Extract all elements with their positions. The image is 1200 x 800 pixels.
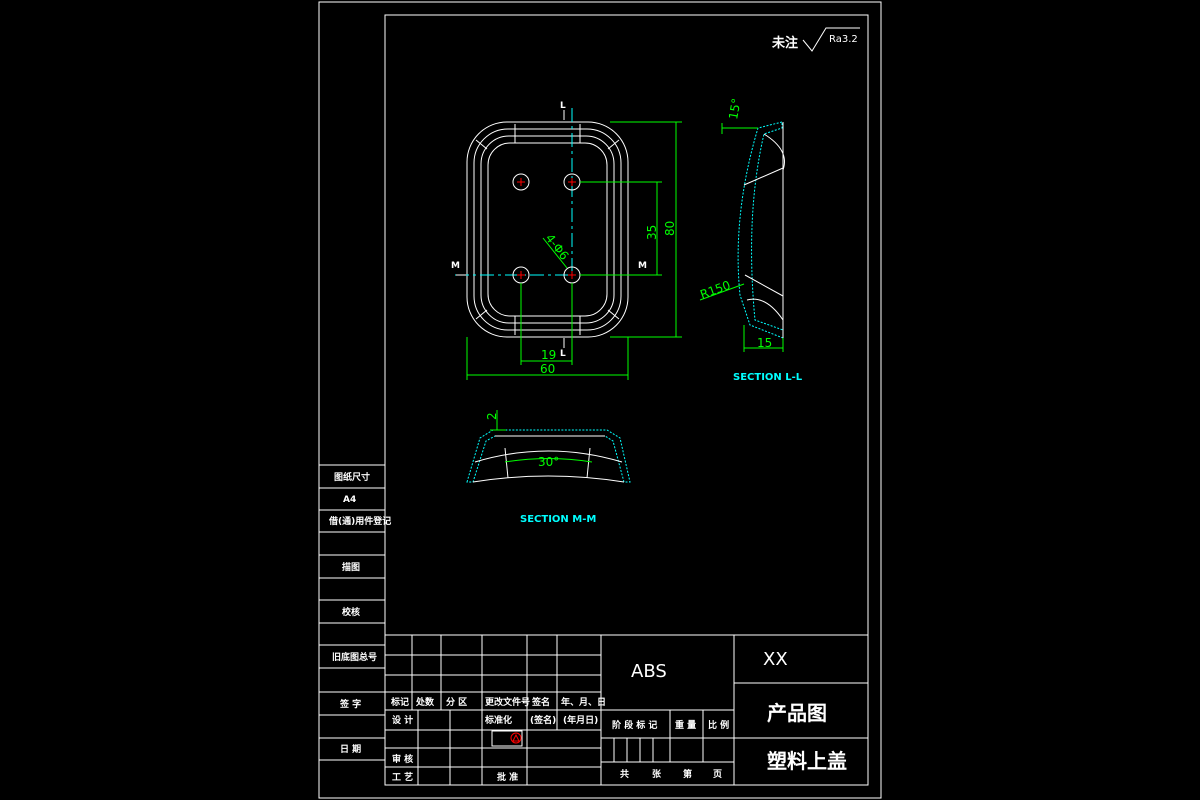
strip-a4: A4	[343, 495, 356, 505]
company-cell: XX	[763, 649, 788, 670]
dim-wall-2: 2	[485, 412, 499, 420]
cut-label-l-top: L	[560, 101, 566, 111]
row-process: 工 艺	[392, 771, 413, 783]
section-ll-caption: SECTION L-L	[733, 372, 803, 383]
hdr-weight: 重 量	[675, 719, 696, 731]
dim-depth-15: 15	[757, 336, 772, 350]
hdr-change-doc: 更改文件号	[485, 696, 530, 708]
hdr-scale: 比 例	[708, 719, 729, 731]
strip-check: 校核	[342, 606, 360, 618]
row-standard: 标准化	[484, 714, 512, 726]
sheet-page: 页	[713, 769, 722, 780]
cut-label-m-left: M	[451, 261, 460, 271]
strip-borrowed: 借(通)用件登记	[328, 515, 391, 527]
row-date: (年月日)	[563, 714, 598, 726]
section-mm-caption: SECTION M-M	[520, 514, 596, 525]
surface-note-label: 未注	[771, 35, 798, 51]
sheet-total: 共	[620, 768, 629, 780]
hdr-sign: 签名	[531, 696, 550, 708]
top-view-dimensions	[466, 121, 682, 380]
hdr-stage: 阶 段 标 记	[612, 719, 657, 731]
hdr-zone: 分 区	[446, 696, 467, 708]
dim-35: 35	[645, 225, 659, 240]
mounting-holes	[512, 173, 581, 284]
dim-r150: R150	[698, 278, 732, 302]
row-sign: (签名)	[530, 714, 556, 726]
strip-old-number: 旧底图总号	[332, 651, 377, 663]
roughness-value: Ra3.2	[829, 34, 858, 45]
dim-angle-15: 15°	[726, 97, 743, 120]
hdr-date: 年、月、日	[561, 696, 606, 708]
top-view: L L M M	[451, 101, 647, 359]
strip-date: 日 期	[340, 743, 361, 755]
hdr-count: 处数	[415, 696, 435, 708]
inner-frame	[384, 14, 869, 786]
dim-angle-30: 30°	[538, 455, 559, 469]
hdr-mark: 标记	[390, 696, 409, 708]
drawing-type-cell: 产品图	[767, 701, 827, 725]
strip-tracing: 描图	[342, 561, 360, 573]
material-cell: ABS	[631, 661, 667, 682]
sheet-zhang: 张	[652, 768, 662, 780]
cut-label-m-right: M	[638, 261, 647, 271]
sheet-no: 第	[683, 768, 692, 780]
cut-label-l-bottom: L	[560, 349, 566, 359]
strip-paper-size: 图纸尺寸	[334, 471, 370, 483]
outer-frame	[318, 1, 882, 799]
row-design: 设 计	[392, 714, 413, 726]
dim-80: 80	[663, 221, 677, 236]
dim-hole-dia: 4-Φ6	[543, 231, 572, 263]
row-review: 审 核	[392, 753, 413, 765]
part-name-cell: 塑料上盖	[767, 749, 847, 773]
row-approve: 批 准	[497, 771, 518, 783]
dim-19: 19	[541, 348, 556, 362]
section-ll-view	[699, 121, 785, 352]
dim-60: 60	[540, 362, 555, 376]
strip-signature: 签 字	[339, 698, 361, 710]
drawing-canvas: 未注 Ra3.2 L L M M 19 60 35 80 4-Φ6 15° R1…	[318, 1, 882, 799]
